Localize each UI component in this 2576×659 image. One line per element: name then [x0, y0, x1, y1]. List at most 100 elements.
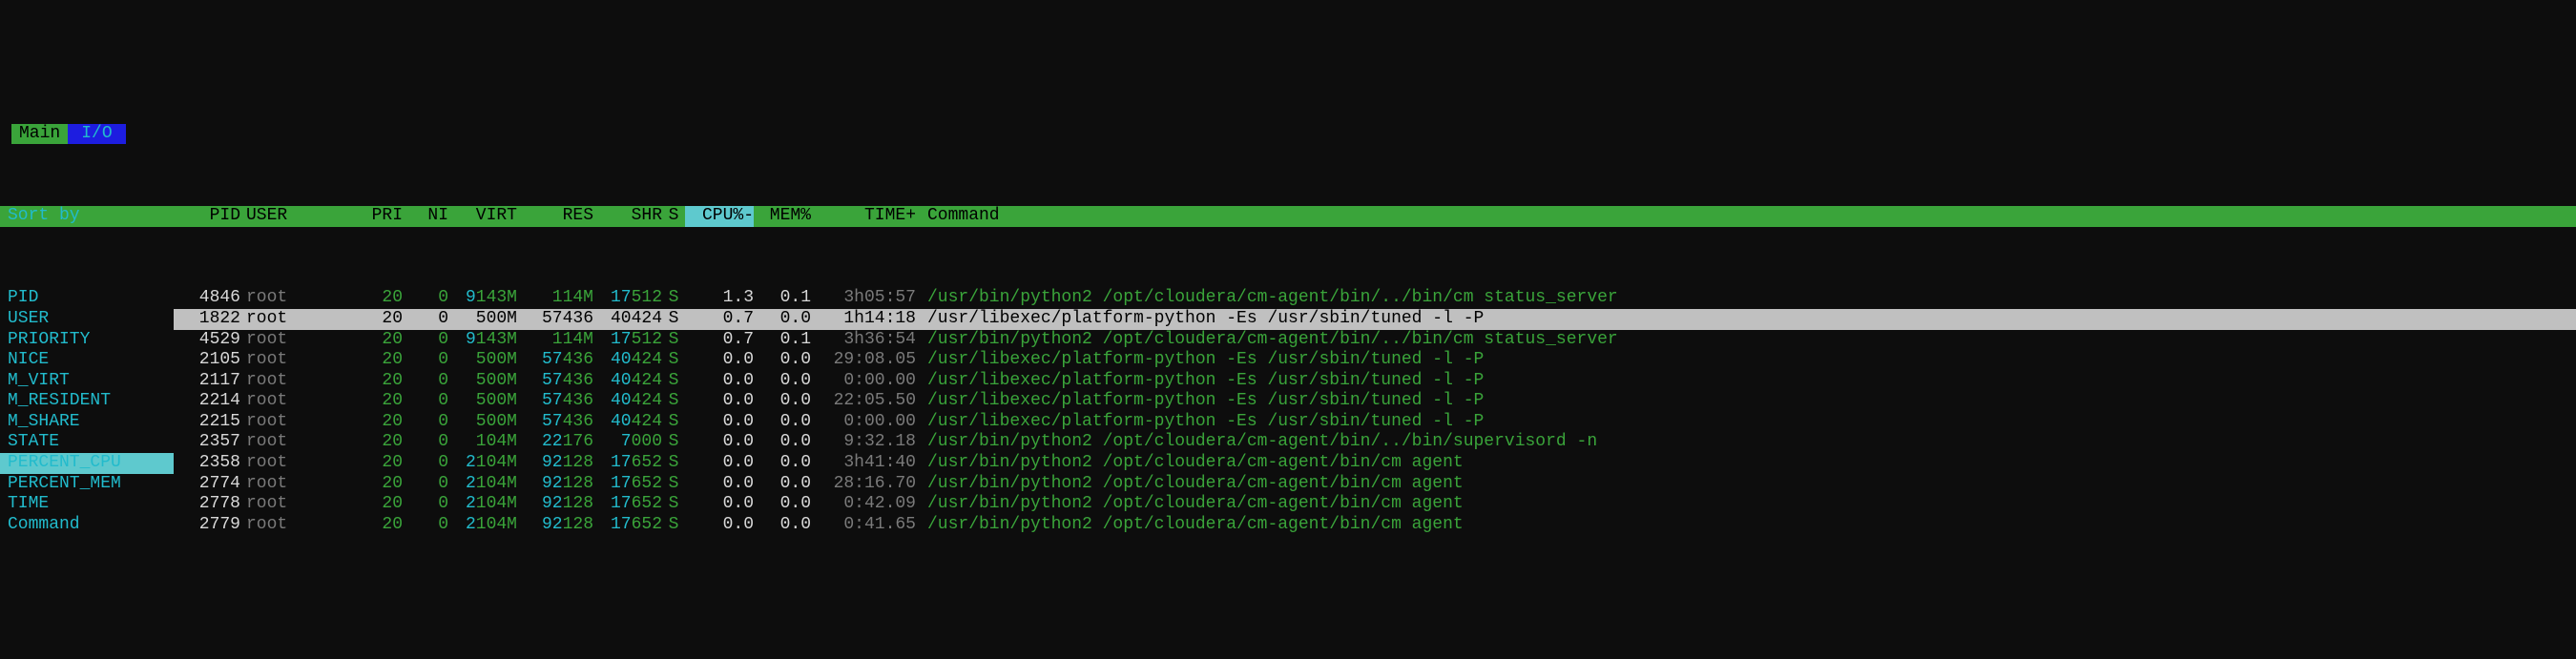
tab-io[interactable]: I/O — [68, 124, 125, 145]
cell-mem: 0.0 — [754, 474, 811, 495]
process-columns: 2215root200500M5743640424S0.00.00:00.00/… — [174, 412, 2576, 433]
cell-user: root — [240, 494, 345, 515]
process-row[interactable]: PID4846root2009143M114M17512S1.30.13h05:… — [0, 288, 2576, 309]
sort-option[interactable]: USER — [0, 309, 174, 330]
cell-shr: 40424 — [593, 391, 662, 412]
sort-option[interactable]: M_RESIDENT — [0, 391, 174, 412]
process-row[interactable]: PERCENT_CPU2358root2002104M9212817652S0.… — [0, 453, 2576, 474]
process-row[interactable]: Command2779root2002104M9212817652S0.00.0… — [0, 515, 2576, 536]
process-row[interactable]: NICE2105root200500M5743640424S0.00.029:0… — [0, 350, 2576, 371]
cell-user: root — [240, 371, 345, 392]
cell-state: S — [662, 453, 685, 474]
cell-command: /usr/bin/python2 /opt/cloudera/cm-agent/… — [916, 288, 2576, 309]
process-row[interactable]: M_RESIDENT2214root200500M5743640424S0.00… — [0, 391, 2576, 412]
col-header-virt[interactable]: VIRT — [448, 206, 517, 227]
cell-time: 29:08.05 — [811, 350, 916, 371]
cell-user: root — [240, 330, 345, 351]
cell-ni: 0 — [403, 515, 448, 536]
sort-option[interactable]: PERCENT_MEM — [0, 474, 174, 495]
cell-state: S — [662, 330, 685, 351]
cell-time: 0:00.00 — [811, 371, 916, 392]
process-columns: 4846root2009143M114M17512S1.30.13h05:57/… — [174, 288, 2576, 309]
cell-pri: 20 — [345, 494, 403, 515]
cell-time: 22:05.50 — [811, 391, 916, 412]
process-columns: 2778root2002104M9212817652S0.00.00:42.09… — [174, 494, 2576, 515]
cell-mem: 0.0 — [754, 391, 811, 412]
col-header-res[interactable]: RES — [517, 206, 593, 227]
process-row[interactable]: STATE2357root200104M221767000S0.00.09:32… — [0, 432, 2576, 453]
sort-option[interactable]: STATE — [0, 432, 174, 453]
tabs-bar: Main I/O — [0, 124, 2576, 145]
col-header-pid[interactable]: PID — [174, 206, 240, 227]
cell-mem: 0.0 — [754, 494, 811, 515]
cell-res: 57436 — [517, 350, 593, 371]
col-header-mem[interactable]: MEM% — [754, 206, 811, 227]
col-header-cpu[interactable]: CPU%- — [685, 206, 754, 227]
cell-command: /usr/libexec/platform-python -Es /usr/sb… — [916, 350, 2576, 371]
cell-ni: 0 — [403, 288, 448, 309]
cell-ni: 0 — [403, 309, 448, 330]
cell-shr: 7000 — [593, 432, 662, 453]
cell-state: S — [662, 412, 685, 433]
cell-shr: 17652 — [593, 494, 662, 515]
sort-option[interactable]: PERCENT_CPU — [0, 453, 174, 474]
cell-pri: 20 — [345, 515, 403, 536]
col-header-pri[interactable]: PRI — [345, 206, 403, 227]
cell-time: 3h36:54 — [811, 330, 916, 351]
cell-cpu: 1.3 — [685, 288, 754, 309]
process-columns: 2357root200104M221767000S0.00.09:32.18/u… — [174, 432, 2576, 453]
process-row[interactable]: TIME2778root2002104M9212817652S0.00.00:4… — [0, 494, 2576, 515]
cell-command: /usr/libexec/platform-python -Es /usr/sb… — [916, 309, 2576, 330]
cell-time: 0:42.09 — [811, 494, 916, 515]
cell-pri: 20 — [345, 371, 403, 392]
tab-main[interactable]: Main — [11, 124, 68, 145]
cell-res: 57436 — [517, 412, 593, 433]
sort-option[interactable]: M_VIRT — [0, 371, 174, 392]
cell-cpu: 0.0 — [685, 432, 754, 453]
process-columns: 4529root2009143M114M17512S0.70.13h36:54/… — [174, 330, 2576, 351]
cell-pid: 2215 — [174, 412, 240, 433]
cell-mem: 0.0 — [754, 309, 811, 330]
cell-virt: 2104M — [448, 494, 517, 515]
cell-state: S — [662, 432, 685, 453]
cell-ni: 0 — [403, 412, 448, 433]
cell-cpu: 0.7 — [685, 309, 754, 330]
cell-pri: 20 — [345, 412, 403, 433]
cell-state: S — [662, 371, 685, 392]
cell-command: /usr/bin/python2 /opt/cloudera/cm-agent/… — [916, 515, 2576, 536]
column-header-row: Sort by PID USER PRI NI VIRT RES SHR S C… — [0, 206, 2576, 227]
cell-user: root — [240, 309, 345, 330]
col-header-command[interactable]: Command — [916, 206, 2576, 227]
cell-user: root — [240, 515, 345, 536]
col-header-state[interactable]: S — [662, 206, 685, 227]
process-row[interactable]: M_SHARE2215root200500M5743640424S0.00.00… — [0, 412, 2576, 433]
cell-res: 22176 — [517, 432, 593, 453]
sort-option[interactable]: NICE — [0, 350, 174, 371]
process-row[interactable]: PERCENT_MEM2774root2002104M9212817652S0.… — [0, 474, 2576, 495]
sort-option[interactable]: TIME — [0, 494, 174, 515]
sort-panel-title: Sort by — [0, 206, 174, 227]
sort-option[interactable]: Command — [0, 515, 174, 536]
cell-shr: 40424 — [593, 371, 662, 392]
sort-option[interactable]: PRIORITY — [0, 330, 174, 351]
cell-res: 92128 — [517, 474, 593, 495]
col-header-time[interactable]: TIME+ — [811, 206, 916, 227]
cell-mem: 0.0 — [754, 432, 811, 453]
col-header-user[interactable]: USER — [240, 206, 345, 227]
cell-pri: 20 — [345, 432, 403, 453]
cell-cpu: 0.0 — [685, 391, 754, 412]
cell-cpu: 0.0 — [685, 515, 754, 536]
col-header-shr[interactable]: SHR — [593, 206, 662, 227]
process-row[interactable]: PRIORITY4529root2009143M114M17512S0.70.1… — [0, 330, 2576, 351]
sort-option[interactable]: PID — [0, 288, 174, 309]
cell-ni: 0 — [403, 371, 448, 392]
process-row[interactable]: USER1822root200500M5743640424S0.70.01h14… — [0, 309, 2576, 330]
cell-state: S — [662, 474, 685, 495]
process-row[interactable]: M_VIRT2117root200500M5743640424S0.00.00:… — [0, 371, 2576, 392]
sort-option[interactable]: M_SHARE — [0, 412, 174, 433]
process-list: PID4846root2009143M114M17512S1.30.13h05:… — [0, 288, 2576, 535]
cell-virt: 500M — [448, 371, 517, 392]
cell-shr: 17652 — [593, 474, 662, 495]
cell-ni: 0 — [403, 494, 448, 515]
col-header-ni[interactable]: NI — [403, 206, 448, 227]
